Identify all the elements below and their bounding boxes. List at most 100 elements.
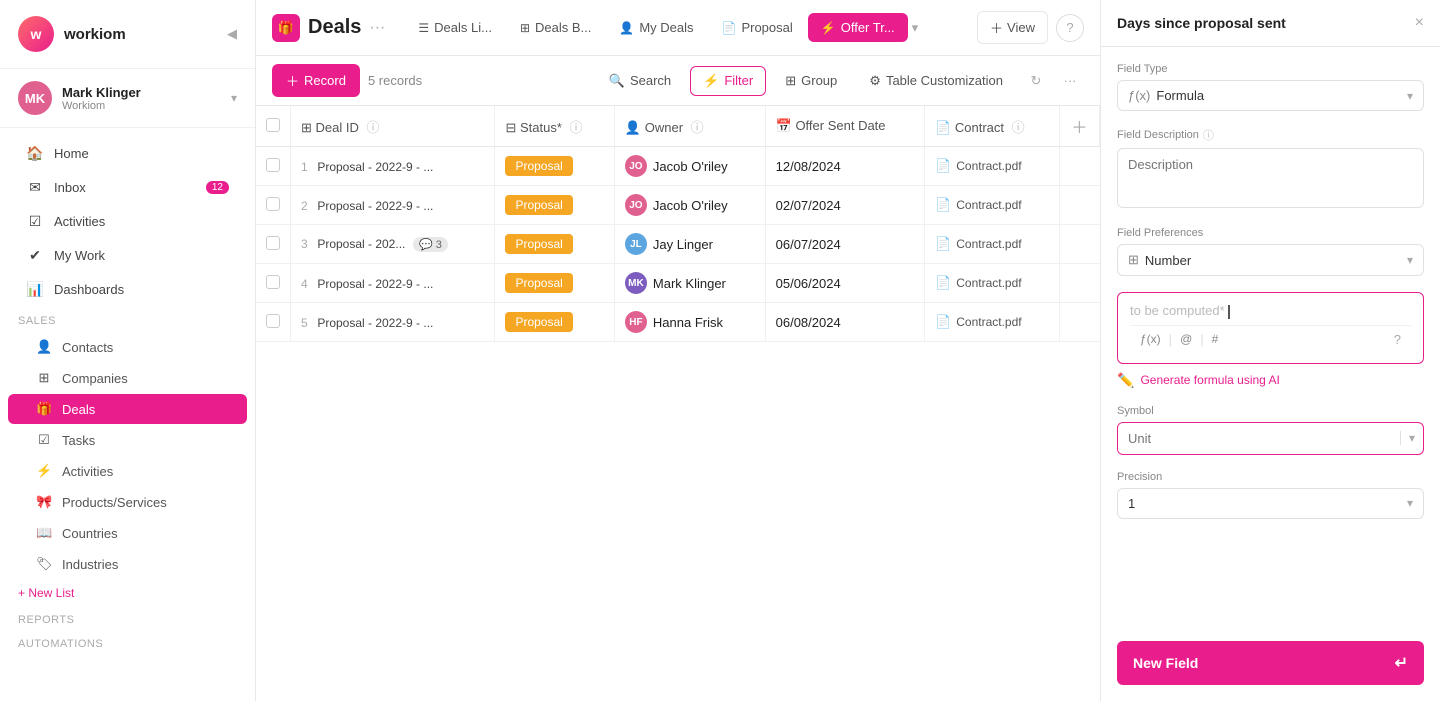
field-type-select[interactable]: ƒ(x) Formula ▾: [1117, 80, 1424, 111]
table-row[interactable]: 3 Proposal - 202... 💬 3 Proposal JL Jay …: [256, 225, 1100, 264]
panel-body: Field Type ƒ(x) Formula ▾ Field Descript…: [1101, 47, 1440, 701]
user-chevron-icon[interactable]: ▾: [231, 91, 237, 105]
row-checkbox[interactable]: [256, 147, 291, 186]
row-checkbox[interactable]: [256, 264, 291, 303]
contract-icon: 📄: [935, 120, 951, 135]
row-checkbox[interactable]: [256, 186, 291, 225]
tab-deals-list[interactable]: ☰ Deals Li...: [405, 13, 505, 42]
unit-chevron-icon[interactable]: ▾: [1400, 431, 1423, 445]
precision-label: Precision: [1117, 471, 1424, 483]
new-field-button[interactable]: New Field ↵: [1117, 641, 1424, 685]
enter-icon: ↵: [1395, 653, 1408, 673]
filter-button[interactable]: ⚡ Filter: [690, 66, 766, 96]
file-icon: 📄: [935, 275, 951, 291]
checkbox-header[interactable]: [256, 106, 291, 147]
list-icon: ☰: [418, 21, 429, 35]
formula-fx-button[interactable]: ƒ(x): [1140, 332, 1161, 346]
tab-offer-tracker[interactable]: ⚡ Offer Tr...: [808, 13, 908, 42]
toolbar: ＋ Record 5 records 🔍 Search ⚡ Filter ⊞ G…: [256, 56, 1100, 106]
toolbar-actions: 🔍 Search ⚡ Filter ⊞ Group ⚙ Table Custom…: [596, 66, 1084, 96]
tab-dropdown-button[interactable]: ▾: [912, 20, 919, 36]
table-header-row: ⊞ Deal ID ⓘ ⊟ Status* ⓘ 👤 Owner ⓘ: [256, 106, 1100, 147]
deal-id-icon: ⊞: [301, 120, 312, 135]
owner-cell: HF Hanna Frisk: [614, 303, 765, 342]
number-icon: ⊞: [1128, 252, 1139, 268]
group-label: Group: [801, 73, 837, 88]
right-panel: Days since proposal sent × Field Type ƒ(…: [1100, 0, 1440, 701]
sidebar-item-industries[interactable]: 🏷 Industries: [8, 549, 247, 579]
precision-select[interactable]: 1 ▾: [1117, 488, 1424, 519]
add-column-header[interactable]: ＋: [1059, 106, 1099, 147]
more-options-button[interactable]: ···: [1056, 67, 1084, 95]
sidebar-user[interactable]: MK Mark Klinger Workiom ▾: [0, 69, 255, 128]
unit-field[interactable]: ▾: [1117, 422, 1424, 455]
group-button[interactable]: ⊞ Group: [772, 66, 850, 96]
formula-editor[interactable]: to be computed* ƒ(x) | @ | # ?: [1117, 292, 1424, 364]
field-pref-select[interactable]: ⊞ Number ▾: [1117, 244, 1424, 276]
sidebar-item-companies[interactable]: ⊞ Companies: [8, 363, 247, 393]
sidebar-item-activities-top[interactable]: ☑ Activities: [8, 205, 247, 238]
panel-close-button[interactable]: ×: [1415, 14, 1424, 32]
sidebar-collapse-button[interactable]: ◀: [227, 26, 237, 42]
unit-input[interactable]: [1118, 423, 1400, 454]
sidebar-item-activities[interactable]: ⚡ Activities: [8, 456, 247, 486]
field-type-section: Field Type ƒ(x) Formula ▾: [1117, 63, 1424, 111]
activities-sub-icon: ⚡: [36, 463, 52, 479]
formula-help-button[interactable]: ?: [1394, 332, 1401, 347]
sidebar-nav: 🏠 Home ✉ Inbox 12 ☑ Activities ✔ My Work…: [0, 128, 255, 701]
row-checkbox[interactable]: [256, 303, 291, 342]
panel-header: Days since proposal sent ×: [1101, 0, 1440, 47]
field-type-label: Field Type: [1117, 63, 1424, 75]
sidebar-item-contacts[interactable]: 👤 Contacts: [8, 332, 247, 362]
sidebar-item-deals[interactable]: 🎁 Deals: [8, 394, 247, 424]
col-owner[interactable]: 👤 Owner ⓘ: [614, 106, 765, 147]
field-desc-input[interactable]: [1117, 148, 1424, 208]
formula-at-button[interactable]: @: [1180, 332, 1192, 346]
page-more-button[interactable]: ···: [369, 19, 385, 37]
status-badge: Proposal: [505, 195, 572, 215]
table-customization-button[interactable]: ⚙ Table Customization: [856, 66, 1016, 96]
ai-generate-button[interactable]: ✏️ Generate formula using AI: [1117, 372, 1424, 389]
home-icon: 🏠: [26, 145, 44, 162]
tab-proposal[interactable]: 📄 Proposal: [709, 13, 806, 42]
sidebar-item-countries[interactable]: 📖 Countries: [8, 518, 247, 548]
tab-deals-board[interactable]: ⊞ Deals B...: [507, 13, 604, 42]
refresh-button[interactable]: ↻: [1022, 67, 1050, 95]
sidebar-item-label: Countries: [62, 526, 118, 541]
sidebar-item-inbox[interactable]: ✉ Inbox 12: [8, 171, 247, 204]
owner-avatar: MK: [625, 272, 647, 294]
new-list-button[interactable]: + New List: [0, 580, 255, 606]
col-contract[interactable]: 📄 Contract ⓘ: [925, 106, 1060, 147]
col-offer-sent-date[interactable]: 📅 Offer Sent Date: [765, 106, 924, 147]
col-status[interactable]: ⊟ Status* ⓘ: [495, 106, 614, 147]
formula-cursor: [1228, 305, 1230, 319]
search-button[interactable]: 🔍 Search: [596, 66, 684, 96]
col-deal-id[interactable]: ⊞ Deal ID ⓘ: [291, 106, 495, 147]
record-label: Record: [304, 73, 346, 88]
file-icon: 📄: [935, 314, 951, 330]
table-row[interactable]: 5 Proposal - 2022-9 - ... Proposal HF Ha…: [256, 303, 1100, 342]
sidebar-item-products[interactable]: 🎀 Products/Services: [8, 487, 247, 517]
date-cell: 12/08/2024: [765, 147, 924, 186]
sidebar-item-tasks[interactable]: ☑ Tasks: [8, 425, 247, 455]
my-work-icon: ✔: [26, 247, 44, 264]
contract-cell: 📄 Contract.pdf: [925, 264, 1060, 303]
owner-cell: JL Jay Linger: [614, 225, 765, 264]
formula-toolbar: ƒ(x) | @ | # ?: [1130, 325, 1411, 353]
record-button[interactable]: ＋ Record: [272, 64, 360, 97]
sidebar-item-label: Activities: [62, 464, 113, 479]
sidebar-item-dashboards[interactable]: 📊 Dashboards: [8, 273, 247, 306]
formula-hash-button[interactable]: #: [1212, 332, 1219, 346]
precision-section: Precision 1 ▾: [1117, 471, 1424, 519]
sidebar-item-home[interactable]: 🏠 Home: [8, 137, 247, 170]
table-row[interactable]: 4 Proposal - 2022-9 - ... Proposal MK Ma…: [256, 264, 1100, 303]
search-icon: 🔍: [609, 73, 625, 89]
owner-cell: MK Mark Klinger: [614, 264, 765, 303]
table-row[interactable]: 2 Proposal - 2022-9 - ... Proposal JO Ja…: [256, 186, 1100, 225]
tab-my-deals[interactable]: 👤 My Deals: [606, 13, 706, 42]
help-button[interactable]: ?: [1056, 14, 1084, 42]
row-checkbox[interactable]: [256, 225, 291, 264]
sidebar-item-my-work[interactable]: ✔ My Work: [8, 239, 247, 272]
table-row[interactable]: 1 Proposal - 2022-9 - ... Proposal JO Ja…: [256, 147, 1100, 186]
view-button[interactable]: ＋ View: [977, 11, 1048, 44]
